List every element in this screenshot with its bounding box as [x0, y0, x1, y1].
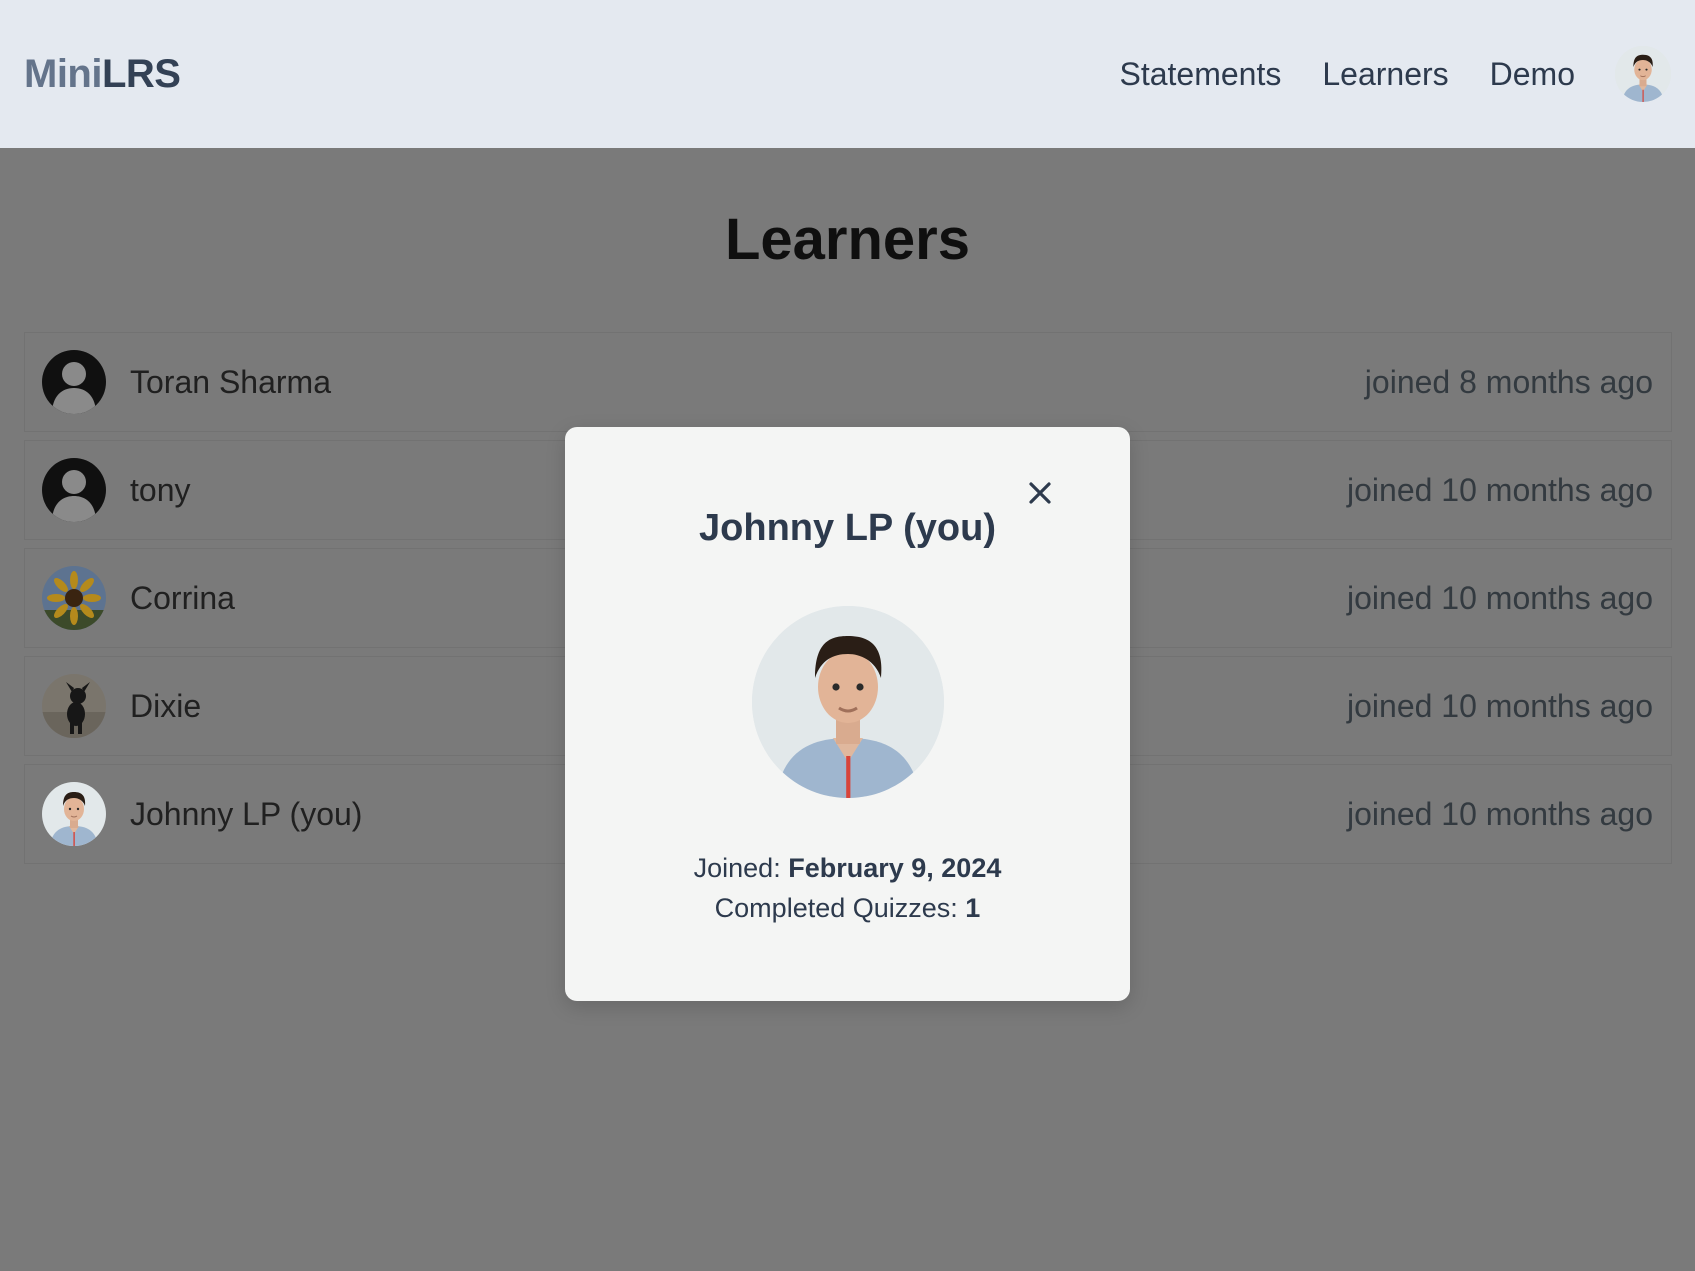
learner-name: Johnny LP (you)	[130, 795, 363, 832]
dog-avatar	[42, 674, 106, 738]
nav-link-statements[interactable]: Statements	[1119, 56, 1281, 93]
learner-joined: joined 8 months ago	[1364, 363, 1653, 400]
brand-logo[interactable]: MiniLRS	[24, 51, 181, 97]
top-navbar: MiniLRS Statements Learners Demo	[0, 0, 1695, 148]
nav-links: Statements Learners Demo	[1078, 46, 1671, 102]
page-title: Learners	[724, 207, 971, 272]
learner-joined: joined 10 months ago	[1347, 579, 1653, 616]
man-avatar	[42, 782, 106, 846]
modal-title: Johnny LP (you)	[699, 507, 996, 549]
learner-name: Dixie	[130, 687, 202, 724]
user-avatar[interactable]	[1615, 46, 1671, 102]
learner-joined: joined 10 months ago	[1347, 795, 1653, 832]
learner-name: Corrina	[130, 579, 235, 616]
learner-name: tony	[130, 471, 191, 508]
profile-photo	[752, 606, 944, 798]
brand-lrs: LRS	[101, 51, 181, 96]
brand-mini: Mini	[24, 51, 102, 96]
learner-joined: joined 10 months ago	[1347, 687, 1653, 724]
joined-value: February 9, 2024	[788, 853, 1002, 883]
joined-label: Joined:	[693, 853, 781, 883]
quizzes-label: Completed Quizzes:	[714, 893, 958, 923]
quizzes-line: Completed Quizzes: 1	[565, 888, 1130, 928]
quizzes-value: 1	[965, 893, 981, 923]
learner-joined: joined 10 months ago	[1347, 471, 1653, 508]
modal-info: Joined: February 9, 2024 Completed Quizz…	[565, 848, 1130, 928]
sunflower-avatar	[42, 566, 106, 630]
nav-link-demo[interactable]: Demo	[1490, 56, 1575, 93]
default-user-icon	[42, 350, 106, 414]
learner-row[interactable]: Toran Sharma joined 8 months ago	[24, 332, 1672, 432]
default-user-icon	[42, 458, 106, 522]
close-icon	[1029, 482, 1051, 504]
learner-name: Toran Sharma	[130, 363, 331, 400]
joined-line: Joined: February 9, 2024	[565, 848, 1130, 888]
learner-modal: Johnny LP (you) Joined: February 9, 2024…	[565, 427, 1130, 1001]
nav-link-learners[interactable]: Learners	[1322, 56, 1448, 93]
